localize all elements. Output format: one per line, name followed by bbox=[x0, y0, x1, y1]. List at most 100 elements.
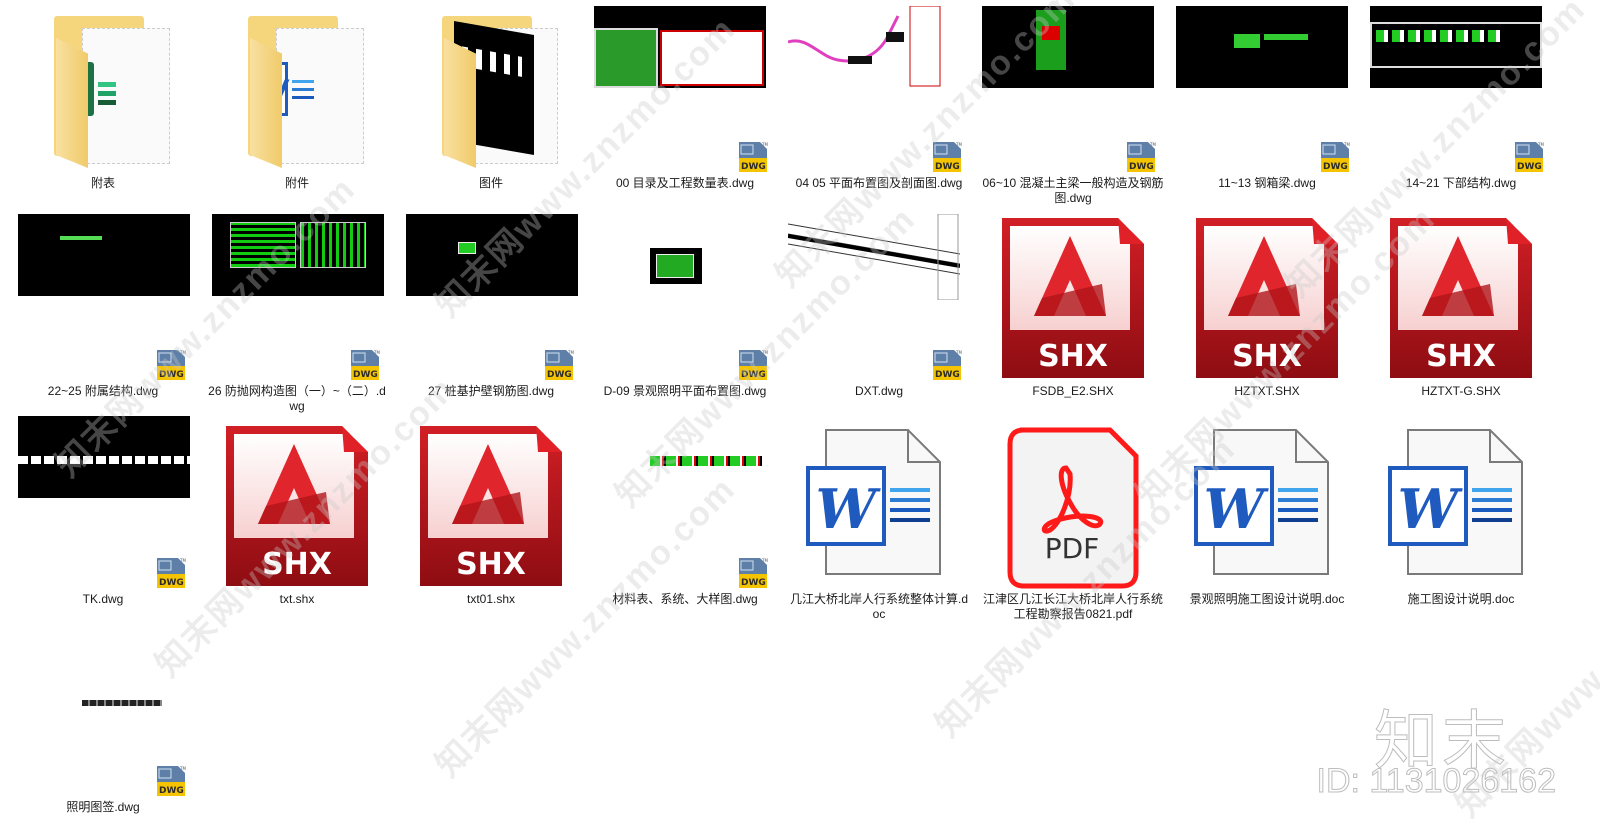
svg-text:DWG: DWG bbox=[159, 578, 184, 588]
file-name: HZTXT.SHX bbox=[1234, 384, 1300, 398]
file-item[interactable]: X 附表 bbox=[6, 0, 200, 207]
dwg-badge-icon: DWG TM bbox=[542, 348, 576, 382]
dwg-thumbnail bbox=[594, 6, 766, 88]
svg-text:DWG: DWG bbox=[1129, 162, 1154, 172]
file-icon: W bbox=[1170, 416, 1364, 586]
file-icon: W bbox=[782, 416, 976, 586]
file-name: 00 目录及工程数量表.dwg bbox=[615, 176, 755, 190]
dwg-badge-icon: DWG TM bbox=[930, 348, 964, 382]
dwg-thumbnail bbox=[650, 456, 762, 466]
folder-icon bbox=[56, 38, 88, 168]
file-icon: DWG TM bbox=[1364, 0, 1558, 172]
dwg-thumbnail bbox=[650, 248, 702, 284]
svg-text:TM: TM bbox=[179, 766, 186, 771]
file-item[interactable]: DWG TM 22~25 附属结构.dwg bbox=[6, 208, 200, 415]
file-item[interactable]: 图件 bbox=[394, 0, 588, 207]
file-item[interactable]: DWG TM 照明图签.dwg bbox=[6, 624, 200, 831]
file-item[interactable]: W 施工图设计说明.doc bbox=[1364, 416, 1558, 623]
file-item[interactable]: DWG TM TK.dwg bbox=[6, 416, 200, 623]
file-item[interactable]: DWG TM D-09 景观照明平面布置图.dwg bbox=[588, 208, 782, 415]
dwg-badge-icon: DWG TM bbox=[736, 348, 770, 382]
svg-text:SHX: SHX bbox=[1038, 339, 1108, 374]
svg-text:TM: TM bbox=[955, 350, 962, 355]
dwg-badge-icon: DWG TM bbox=[736, 140, 770, 174]
file-item[interactable]: DWG TM DXT.dwg bbox=[782, 208, 976, 415]
file-icon: SHX bbox=[394, 416, 588, 586]
file-item[interactable]: W 附件 bbox=[200, 0, 394, 207]
file-name: 06~10 混凝土主梁一般构造及钢筋图.dwg bbox=[982, 176, 1164, 205]
file-name: 几江大桥北岸人行系统整体计算.doc bbox=[789, 592, 968, 621]
file-item[interactable]: SHX HZTXT-G.SHX bbox=[1364, 208, 1558, 415]
file-icon: SHX bbox=[200, 416, 394, 586]
svg-text:SHX: SHX bbox=[1426, 339, 1496, 374]
file-name: 景观照明施工图设计说明.doc bbox=[1189, 592, 1345, 606]
svg-text:TM: TM bbox=[761, 558, 768, 563]
file-item[interactable]: DWG TM 06~10 混凝土主梁一般构造及钢筋图.dwg bbox=[976, 0, 1170, 207]
dwg-badge-icon: DWG TM bbox=[1124, 140, 1158, 174]
file-item[interactable]: W 景观照明施工图设计说明.doc bbox=[1170, 416, 1364, 623]
file-icon: DWG TM bbox=[782, 208, 976, 380]
file-item[interactable]: PDF 江津区几江长江大桥北岸人行系统工程勘察报告0821.pdf bbox=[976, 416, 1170, 623]
file-item[interactable]: SHX FSDB_E2.SHX bbox=[976, 208, 1170, 415]
dwg-thumbnail bbox=[18, 214, 190, 296]
word-doc-icon: W bbox=[1388, 428, 1538, 588]
svg-text:TM: TM bbox=[761, 350, 768, 355]
file-icon: DWG TM bbox=[394, 208, 588, 380]
file-item[interactable]: DWG TM 26 防抛网构造图（一）~（二）.dwg bbox=[200, 208, 394, 415]
svg-text:DWG: DWG bbox=[1517, 162, 1542, 172]
file-name: 11~13 钢箱梁.dwg bbox=[1218, 176, 1316, 190]
file-item[interactable]: DWG TM 11~13 钢箱梁.dwg bbox=[1170, 0, 1364, 207]
dwg-thumbnail bbox=[1176, 6, 1348, 88]
file-name: HZTXT-G.SHX bbox=[1421, 384, 1501, 398]
file-name: FSDB_E2.SHX bbox=[1032, 384, 1114, 398]
file-item[interactable]: SHX HZTXT.SHX bbox=[1170, 208, 1364, 415]
autocad-shx-icon: SHX bbox=[1196, 218, 1338, 378]
file-item[interactable]: DWG TM 00 目录及工程数量表.dwg bbox=[588, 0, 782, 207]
file-name: 附件 bbox=[284, 176, 309, 190]
file-name: 图件 bbox=[478, 176, 503, 190]
svg-text:DWG: DWG bbox=[1323, 162, 1348, 172]
file-item[interactable]: DWG TM 14~21 下部结构.dwg bbox=[1364, 0, 1558, 207]
file-name: 江津区几江长江大桥北岸人行系统工程勘察报告0821.pdf bbox=[982, 592, 1163, 621]
autocad-shx-icon: SHX bbox=[226, 426, 368, 586]
file-icon: DWG TM bbox=[6, 208, 200, 380]
file-icon: W bbox=[200, 0, 394, 170]
file-icon: PDF bbox=[976, 416, 1170, 589]
file-name: 27 桩基护壁钢筋图.dwg bbox=[427, 384, 555, 398]
svg-text:TM: TM bbox=[567, 350, 574, 355]
file-item[interactable]: DWG TM 04 05 平面布置图及剖面图.dwg bbox=[782, 0, 976, 207]
file-item[interactable]: SHX txt.shx bbox=[200, 416, 394, 623]
file-name: 22~25 附属结构.dwg bbox=[47, 384, 159, 398]
file-icon: DWG TM bbox=[588, 208, 782, 380]
dwg-badge-icon: DWG TM bbox=[154, 348, 188, 382]
file-icon: X bbox=[6, 0, 200, 170]
svg-text:W: W bbox=[816, 477, 882, 541]
file-item[interactable]: W 几江大桥北岸人行系统整体计算.doc bbox=[782, 416, 976, 623]
file-icon: DWG TM bbox=[588, 416, 782, 588]
dwg-thumbnail bbox=[212, 214, 384, 296]
file-name: DXT.dwg bbox=[854, 384, 904, 398]
file-item[interactable]: DWG TM 27 桩基护壁钢筋图.dwg bbox=[394, 208, 588, 415]
file-icon: DWG TM bbox=[588, 0, 782, 172]
file-name: TK.dwg bbox=[82, 592, 124, 606]
file-name: txt01.shx bbox=[466, 592, 516, 606]
svg-text:DWG: DWG bbox=[935, 370, 960, 380]
dwg-thumbnail bbox=[788, 214, 960, 300]
file-icon: DWG TM bbox=[1170, 0, 1364, 172]
dwg-thumbnail bbox=[82, 700, 162, 706]
file-name: 照明图签.dwg bbox=[66, 800, 140, 814]
svg-text:DWG: DWG bbox=[741, 370, 766, 380]
svg-text:TM: TM bbox=[761, 142, 768, 147]
file-name: 14~21 下部结构.dwg bbox=[1405, 176, 1517, 190]
file-item[interactable]: SHX txt01.shx bbox=[394, 416, 588, 623]
svg-text:W: W bbox=[1204, 477, 1270, 541]
dwg-thumbnail bbox=[406, 214, 578, 296]
file-item[interactable]: DWG TM 材料表、系统、大样图.dwg bbox=[588, 416, 782, 623]
svg-text:PDF: PDF bbox=[1045, 532, 1100, 565]
dwg-badge-icon: DWG TM bbox=[154, 556, 188, 590]
file-icon: W bbox=[1364, 416, 1558, 586]
folder-icon bbox=[444, 38, 476, 168]
dwg-thumbnail bbox=[788, 6, 960, 88]
svg-text:DWG: DWG bbox=[935, 162, 960, 172]
svg-text:SHX: SHX bbox=[456, 547, 526, 582]
